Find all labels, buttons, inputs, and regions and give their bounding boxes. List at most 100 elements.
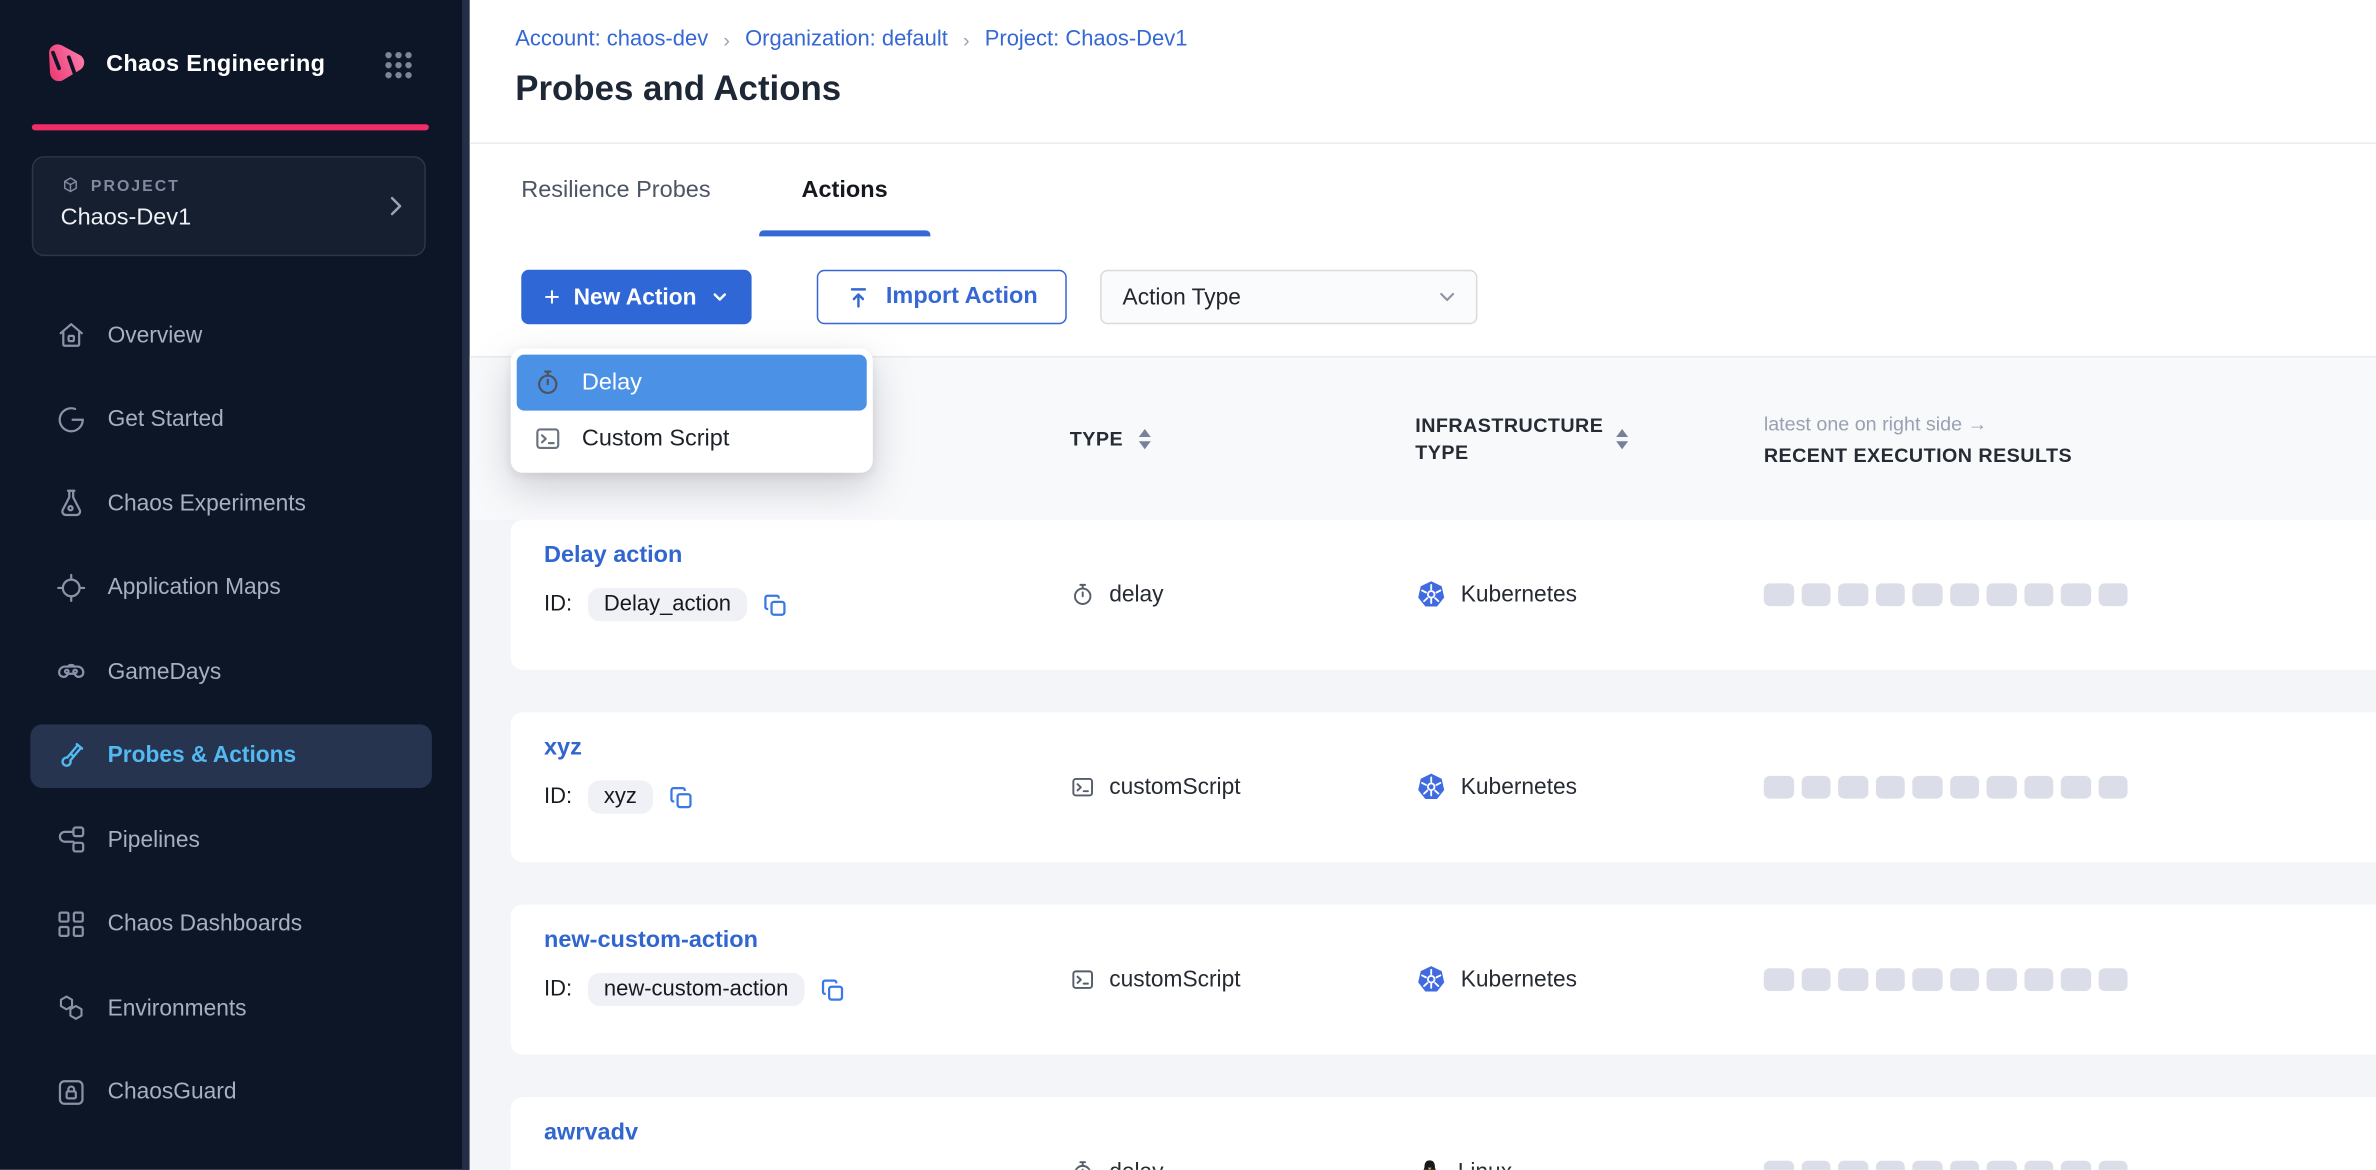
new-action-button[interactable]: + New Action [521, 270, 751, 325]
recent-execution-results-cell [1764, 969, 2376, 991]
terminal-icon [1070, 967, 1096, 993]
menu-item-delay[interactable]: Delay [517, 355, 867, 411]
type-value: customScript [1109, 967, 1240, 993]
execution-result-placeholder [2061, 1161, 2091, 1170]
sidebar-item-pipelines[interactable]: Pipelines [30, 808, 432, 872]
sidebar-item-label: GameDays [108, 658, 222, 684]
execution-result-placeholder [2061, 584, 2091, 606]
menu-item-label: Custom Script [582, 425, 730, 452]
execution-result-placeholder [1838, 969, 1868, 991]
tab-label: Actions [802, 177, 888, 204]
action-name-link[interactable]: new-custom-action [544, 927, 758, 954]
id-label: ID: [544, 592, 572, 616]
import-action-button[interactable]: Import Action [816, 270, 1066, 325]
breadcrumb-separator: › [963, 28, 970, 51]
execution-result-placeholder [1949, 969, 1979, 991]
action-name-link[interactable]: Delay action [544, 542, 682, 569]
results-hint: latest one on right side → [1764, 411, 2376, 434]
table-row: new-custom-action ID: new-custom-action … [511, 905, 2376, 1055]
sidebar-item-chaosguard[interactable]: ChaosGuard [30, 1060, 432, 1124]
chevron-down-icon [710, 288, 728, 306]
sidebar-item-gamedays[interactable]: GameDays [30, 639, 432, 703]
execution-result-placeholder [1764, 1161, 1794, 1170]
stopwatch-icon [1070, 582, 1096, 608]
execution-result-placeholder [1987, 584, 2017, 606]
execution-result-placeholder [1875, 584, 1905, 606]
type-value: delay [1109, 582, 1163, 608]
test-tube-icon [55, 739, 88, 772]
action-type-filter[interactable]: Action Type [1100, 270, 1477, 325]
execution-result-placeholder [2024, 776, 2054, 798]
sidebar: Chaos Engineering PROJECT Chaos-Dev1 [0, 0, 470, 1170]
infrastructure-value: Kubernetes [1461, 967, 1577, 993]
tab-actions[interactable]: Actions [759, 144, 930, 236]
column-header-infrastructure-type: INFRASTRUCTURE TYPE [1415, 412, 1764, 465]
infrastructure-cell: Kubernetes [1415, 579, 1764, 611]
type-value: customScript [1109, 774, 1240, 800]
execution-result-placeholder [2024, 1161, 2054, 1170]
execution-result-placeholder [1875, 969, 1905, 991]
name-cell: xyz ID: xyz [544, 712, 1070, 862]
page: Chaos Engineering PROJECT Chaos-Dev1 [0, 0, 2376, 1170]
copy-icon[interactable] [669, 784, 695, 810]
sidebar-item-label: Chaos Dashboards [108, 911, 303, 937]
sidebar-item-chaos-experiments[interactable]: Chaos Experiments [30, 471, 432, 535]
actions-list: Delay action ID: Delay_action delay Kube… [470, 520, 2376, 1170]
sidebar-item-application-maps[interactable]: Application Maps [30, 555, 432, 619]
flask-icon [55, 486, 88, 519]
type-cell: customScript [1070, 967, 1415, 993]
kubernetes-icon [1415, 964, 1447, 996]
tab-resilience-probes[interactable]: Resilience Probes [479, 144, 753, 236]
execution-result-placeholder [2061, 969, 2091, 991]
execution-result-placeholder [1949, 1161, 1979, 1170]
execution-result-placeholder [2024, 584, 2054, 606]
breadcrumb-link[interactable]: Account: chaos-dev [515, 27, 708, 51]
execution-result-placeholder [2098, 584, 2128, 606]
sidebar-item-probes-actions[interactable]: Probes & Actions [30, 724, 432, 788]
sort-icon[interactable] [1614, 427, 1631, 450]
execution-result-placeholder [1987, 969, 2017, 991]
execution-result-placeholder [2098, 969, 2128, 991]
kubernetes-icon [1415, 579, 1447, 611]
recent-execution-results-cell [1764, 584, 2376, 606]
new-action-label: New Action [574, 284, 697, 310]
app-launcher-grid-icon[interactable] [383, 50, 413, 80]
type-cell: delay [1070, 1159, 1415, 1170]
id-value: new-custom-action [587, 973, 805, 1006]
progress-circle-icon [55, 402, 88, 435]
page-title: Probes and Actions [515, 68, 2376, 109]
infrastructure-value: Kubernetes [1461, 582, 1577, 608]
execution-result-placeholder [1764, 584, 1794, 606]
copy-icon[interactable] [763, 592, 789, 618]
type-cell: delay [1070, 582, 1415, 608]
execution-result-placeholder [1912, 584, 1942, 606]
sidebar-item-get-started[interactable]: Get Started [30, 387, 432, 451]
id-label: ID: [544, 785, 572, 809]
menu-item-label: Delay [582, 369, 642, 396]
execution-result-placeholder [1875, 776, 1905, 798]
chevron-right-icon [382, 192, 409, 219]
execution-result-placeholder [2098, 1161, 2128, 1170]
copy-icon[interactable] [820, 977, 846, 1003]
execution-result-placeholder [1912, 969, 1942, 991]
table-row: awrvadv delay Linux [511, 1097, 2376, 1170]
execution-result-placeholder [2024, 969, 2054, 991]
sort-icon[interactable] [1137, 427, 1154, 450]
action-name-link[interactable]: xyz [544, 735, 582, 762]
sidebar-item-label: Pipelines [108, 827, 200, 853]
import-action-label: Import Action [886, 283, 1038, 310]
menu-item-custom-script[interactable]: Custom Script [517, 411, 867, 467]
sidebar-item-chaos-dashboards[interactable]: Chaos Dashboards [30, 892, 432, 956]
sidebar-item-environments[interactable]: Environments [30, 976, 432, 1040]
sidebar-item-label: Chaos Experiments [108, 490, 306, 516]
project-name: Chaos-Dev1 [61, 205, 403, 232]
action-name-link[interactable]: awrvadv [544, 1120, 638, 1147]
column-header-recent-execution-results: latest one on right side → RECENT EXECUT… [1764, 411, 2376, 466]
dashboard-grid-icon [55, 907, 88, 940]
sidebar-item-overview[interactable]: Overview [30, 303, 432, 367]
sidebar-nav: Overview Get Started Chaos Experiments A… [0, 303, 462, 1144]
breadcrumb-link[interactable]: Organization: default [745, 27, 948, 51]
project-selector[interactable]: PROJECT Chaos-Dev1 [32, 156, 426, 256]
breadcrumb-link[interactable]: Project: Chaos-Dev1 [985, 27, 1188, 51]
sidebar-item-label: Application Maps [108, 574, 281, 600]
